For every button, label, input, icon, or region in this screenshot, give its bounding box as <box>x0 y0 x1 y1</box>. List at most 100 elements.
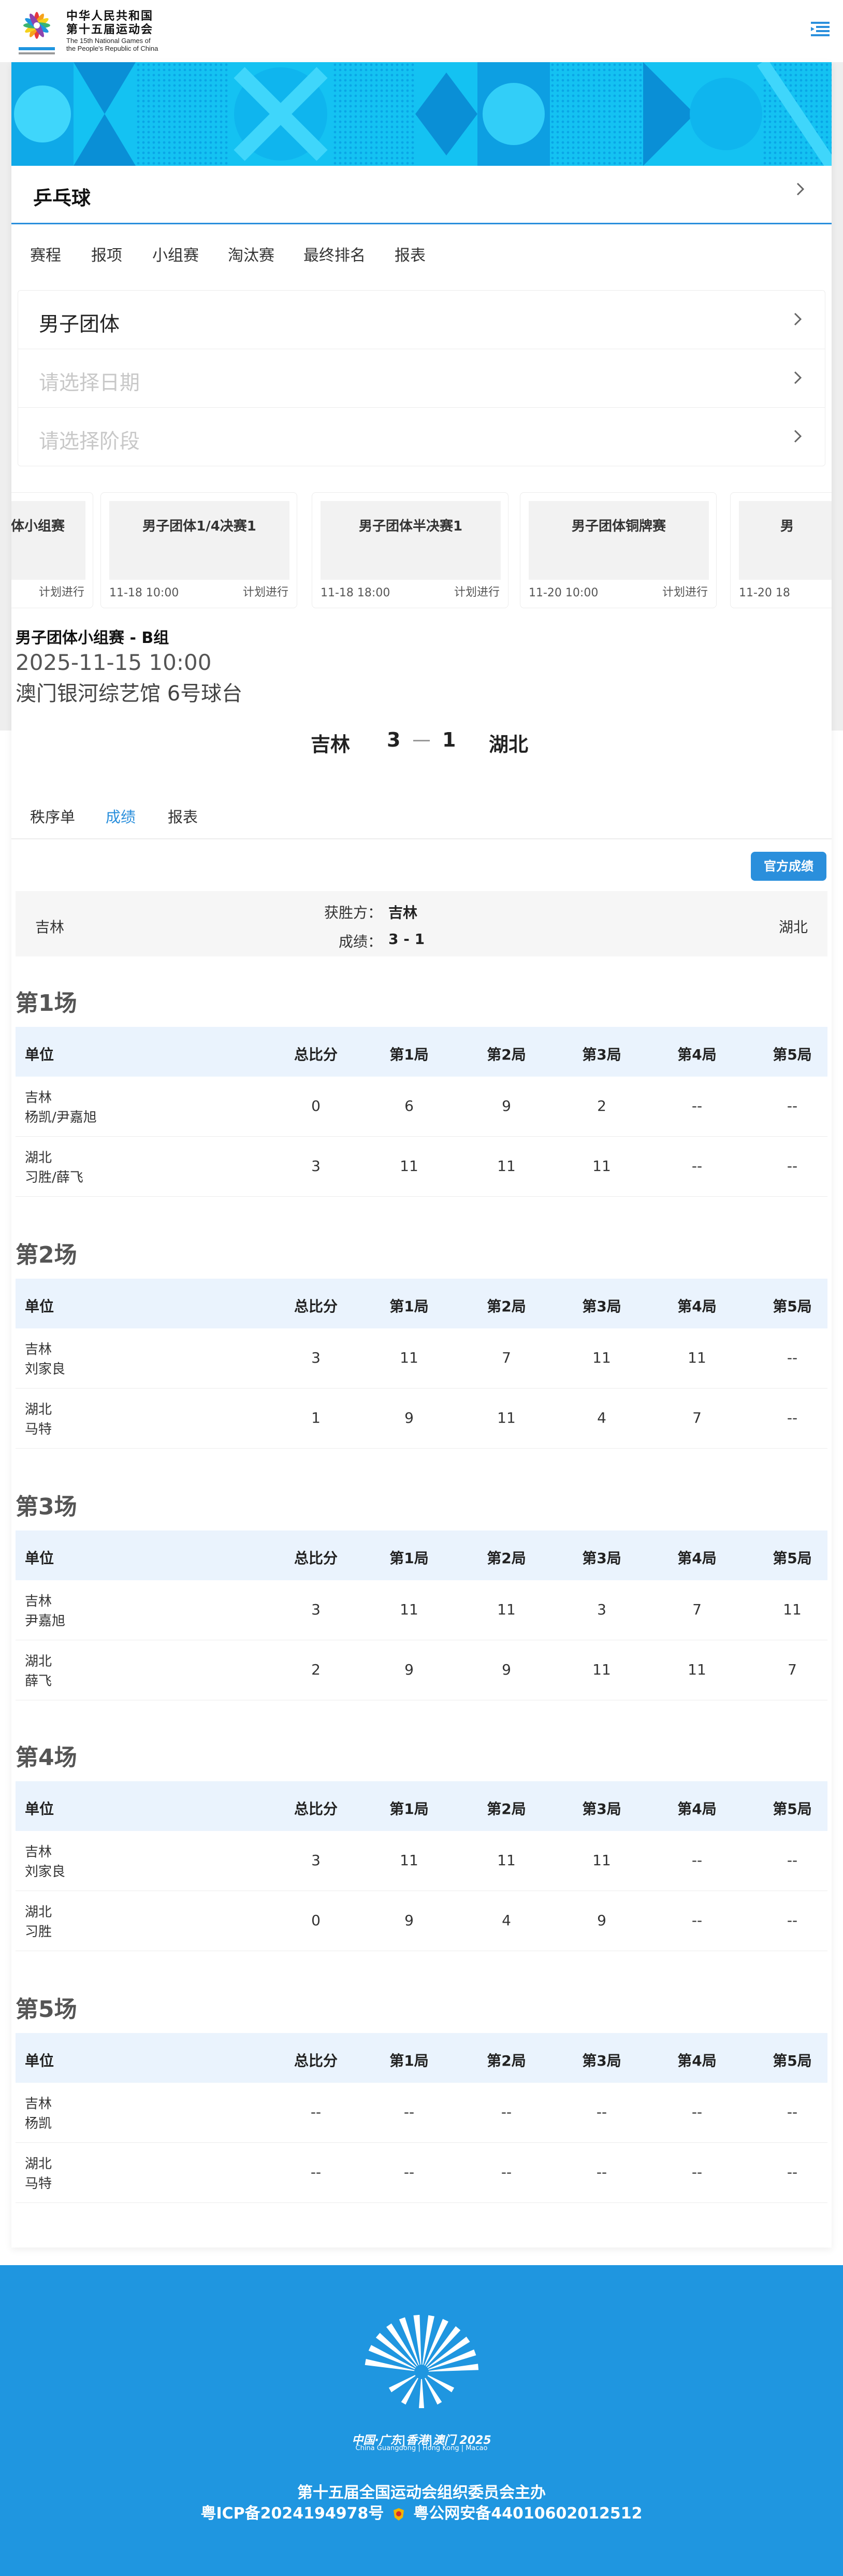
row-players: 杨凯/尹嘉旭 <box>25 1110 97 1125</box>
card-time: 11-18 18:00 <box>321 586 390 599</box>
card-time: 11-20 18 <box>739 586 790 599</box>
column-header: 第3局 <box>582 1298 621 1315</box>
row-unit: 湖北 薛飞 <box>25 1652 52 1691</box>
score-cell: -- <box>310 2164 322 2181</box>
score-cell: 4 <box>502 1912 511 1929</box>
event-select[interactable]: 男子团体 <box>18 291 825 349</box>
official-results-button[interactable]: 官方成绩 <box>751 852 826 881</box>
row-unit: 湖北 习胜/薛飞 <box>25 1148 83 1187</box>
column-header: 第1局 <box>389 2052 429 2069</box>
tab-reports[interactable]: 报表 <box>395 242 426 265</box>
police-record-link[interactable]: 粤公网安备44010602012512 <box>413 2505 642 2523</box>
card-time: 11-20 10:00 <box>529 586 599 599</box>
table-header: 单位 总比分 第1局 第2局 第3局 第4局 第5局 <box>16 2033 827 2083</box>
table-header: 单位 总比分 第1局 第2局 第3局 第4局 第5局 <box>16 1530 827 1580</box>
stage-card[interactable]: 男子团体1/4决赛1 11-18 10:00 计划进行 <box>100 492 297 608</box>
table-row: 吉林 杨凯 -- -- -- -- -- -- <box>16 2083 827 2143</box>
table-row: 湖北 马特 1 9 11 4 7 -- <box>16 1389 827 1449</box>
main-panel: 乒乓球 赛程 报项 小组赛 淘汰赛 最终排名 报表 男子团体 请选择日期 请选择… <box>11 62 832 2248</box>
tab-knockout[interactable]: 淘汰赛 <box>228 242 274 265</box>
score-cell: -- <box>501 2103 512 2121</box>
score-cell: 11 <box>497 1157 516 1175</box>
card-title: 男子团体半决赛1 <box>358 519 463 534</box>
stage-card[interactable]: 男 11-20 18 <box>730 492 832 608</box>
summary-team-a: 吉林 <box>35 919 65 936</box>
row-team: 湖北 <box>25 1150 52 1166</box>
menu-icon[interactable] <box>809 18 832 40</box>
score-cell: 1 <box>311 1409 321 1426</box>
logo-title-line1: 中华人民共和国 <box>66 10 154 23</box>
score-cell: 7 <box>502 1349 511 1366</box>
column-header: 总比分 <box>294 2052 338 2069</box>
footer-icp-line: 粤ICP备2024194978号 粤公网安备44010602012512 <box>0 2500 843 2523</box>
column-header: 总比分 <box>294 1298 338 1315</box>
score-cell: -- <box>787 1852 798 1869</box>
row-players: 习胜 <box>25 1924 52 1940</box>
match-venue: 澳门银河综艺馆 6号球台 <box>16 682 243 706</box>
score-cell: 3 <box>311 1601 321 1618</box>
row-players: 杨凯 <box>25 2116 52 2131</box>
chevron-right-icon <box>794 371 802 384</box>
winner-value: 吉林 <box>388 904 418 921</box>
column-header: 第1局 <box>389 1046 429 1063</box>
score-cell: -- <box>787 2164 798 2181</box>
footer-host: 第十五届全国运动会组织委员会主办 <box>297 2484 546 2502</box>
score-cell: 4 <box>597 1409 606 1426</box>
score-cell: 11 <box>400 1157 418 1175</box>
column-header: 第3局 <box>582 1046 621 1063</box>
score-cell: 11 <box>592 1157 611 1175</box>
score-cell: 2 <box>597 1097 606 1114</box>
tab-schedule[interactable]: 赛程 <box>30 242 61 265</box>
card-image: 男子团体半决赛1 <box>321 501 501 580</box>
icp-link[interactable]: 粤ICP备2024194978号 <box>200 2505 384 2523</box>
match-title: 男子团体小组赛 - B组 <box>16 629 169 647</box>
column-header: 第5局 <box>773 1800 812 1817</box>
column-header: 第1局 <box>389 1298 429 1315</box>
score-cell: 11 <box>400 1852 418 1869</box>
tab-final-ranking[interactable]: 最终排名 <box>303 242 366 265</box>
score-cell: -- <box>596 2164 607 2181</box>
match-score-line: 吉林 3 1 湖北 <box>11 728 832 756</box>
score-cell: -- <box>501 2164 512 2181</box>
score-cell: -- <box>403 2103 415 2121</box>
row-unit: 吉林 杨凯/尹嘉旭 <box>25 1088 97 1127</box>
card-image: 男子团体小组赛 <box>11 501 85 580</box>
table-row: 吉林 刘家良 3 11 11 11 -- -- <box>16 1831 827 1891</box>
tab-order-sheet[interactable]: 秩序单 <box>30 805 75 827</box>
stage-card[interactable]: 男子团体半决赛1 11-18 18:00 计划进行 <box>312 492 508 608</box>
chevron-right-icon[interactable] <box>794 180 807 198</box>
tab-entries[interactable]: 报项 <box>91 242 122 265</box>
row-team: 吉林 <box>25 1594 52 1609</box>
score-cell: 3 <box>311 1349 321 1366</box>
table-row: 吉林 尹嘉旭 3 11 11 3 7 11 <box>16 1580 827 1640</box>
score-cell: 7 <box>788 1661 797 1678</box>
tab-group-stage[interactable]: 小组赛 <box>152 242 199 265</box>
column-header: 第4局 <box>677 1550 717 1567</box>
table-row: 吉林 刘家良 3 11 7 11 11 -- <box>16 1328 827 1389</box>
score-cell: 11 <box>497 1852 516 1869</box>
tab-results[interactable]: 成绩 <box>106 805 136 827</box>
tab-match-report[interactable]: 报表 <box>168 805 198 827</box>
stage-card[interactable]: 男子团体小组赛 计划进行 <box>11 492 93 608</box>
games-logo[interactable]: 中华人民共和国 第十五届运动会 The 15th National Games … <box>16 5 158 58</box>
stage-select[interactable]: 请选择阶段 <box>18 408 825 466</box>
logo-english-line1: The 15th National Games of <box>66 37 151 45</box>
game-table: 单位 总比分 第1局 第2局 第3局 第4局 第5局 吉林 刘家良 3 11 11 11 -- -- 湖北 习胜… <box>16 1781 827 1952</box>
column-header: 第5局 <box>773 2052 812 2069</box>
column-header: 第4局 <box>677 1298 717 1315</box>
column-header: 单位 <box>25 1550 54 1567</box>
logo-title-line2: 第十五届运动会 <box>66 23 154 36</box>
summary-team-b: 湖北 <box>778 919 808 936</box>
team-b-name: 湖北 <box>489 733 529 756</box>
card-title: 男 <box>780 519 794 534</box>
score-cell: -- <box>691 1157 703 1175</box>
score-cell: 11 <box>592 1349 611 1366</box>
date-select[interactable]: 请选择日期 <box>18 349 825 408</box>
logo-english-line2: the People's Republic of China <box>66 45 158 52</box>
stage-card[interactable]: 男子团体铜牌赛 11-20 10:00 计划进行 <box>520 492 717 608</box>
stage-select-placeholder: 请选择阶段 <box>39 430 140 453</box>
card-status: 计划进行 <box>454 586 500 599</box>
score-cell: 2 <box>311 1661 321 1678</box>
games-emblem-icon <box>19 12 55 54</box>
score-cell: 9 <box>502 1097 511 1114</box>
